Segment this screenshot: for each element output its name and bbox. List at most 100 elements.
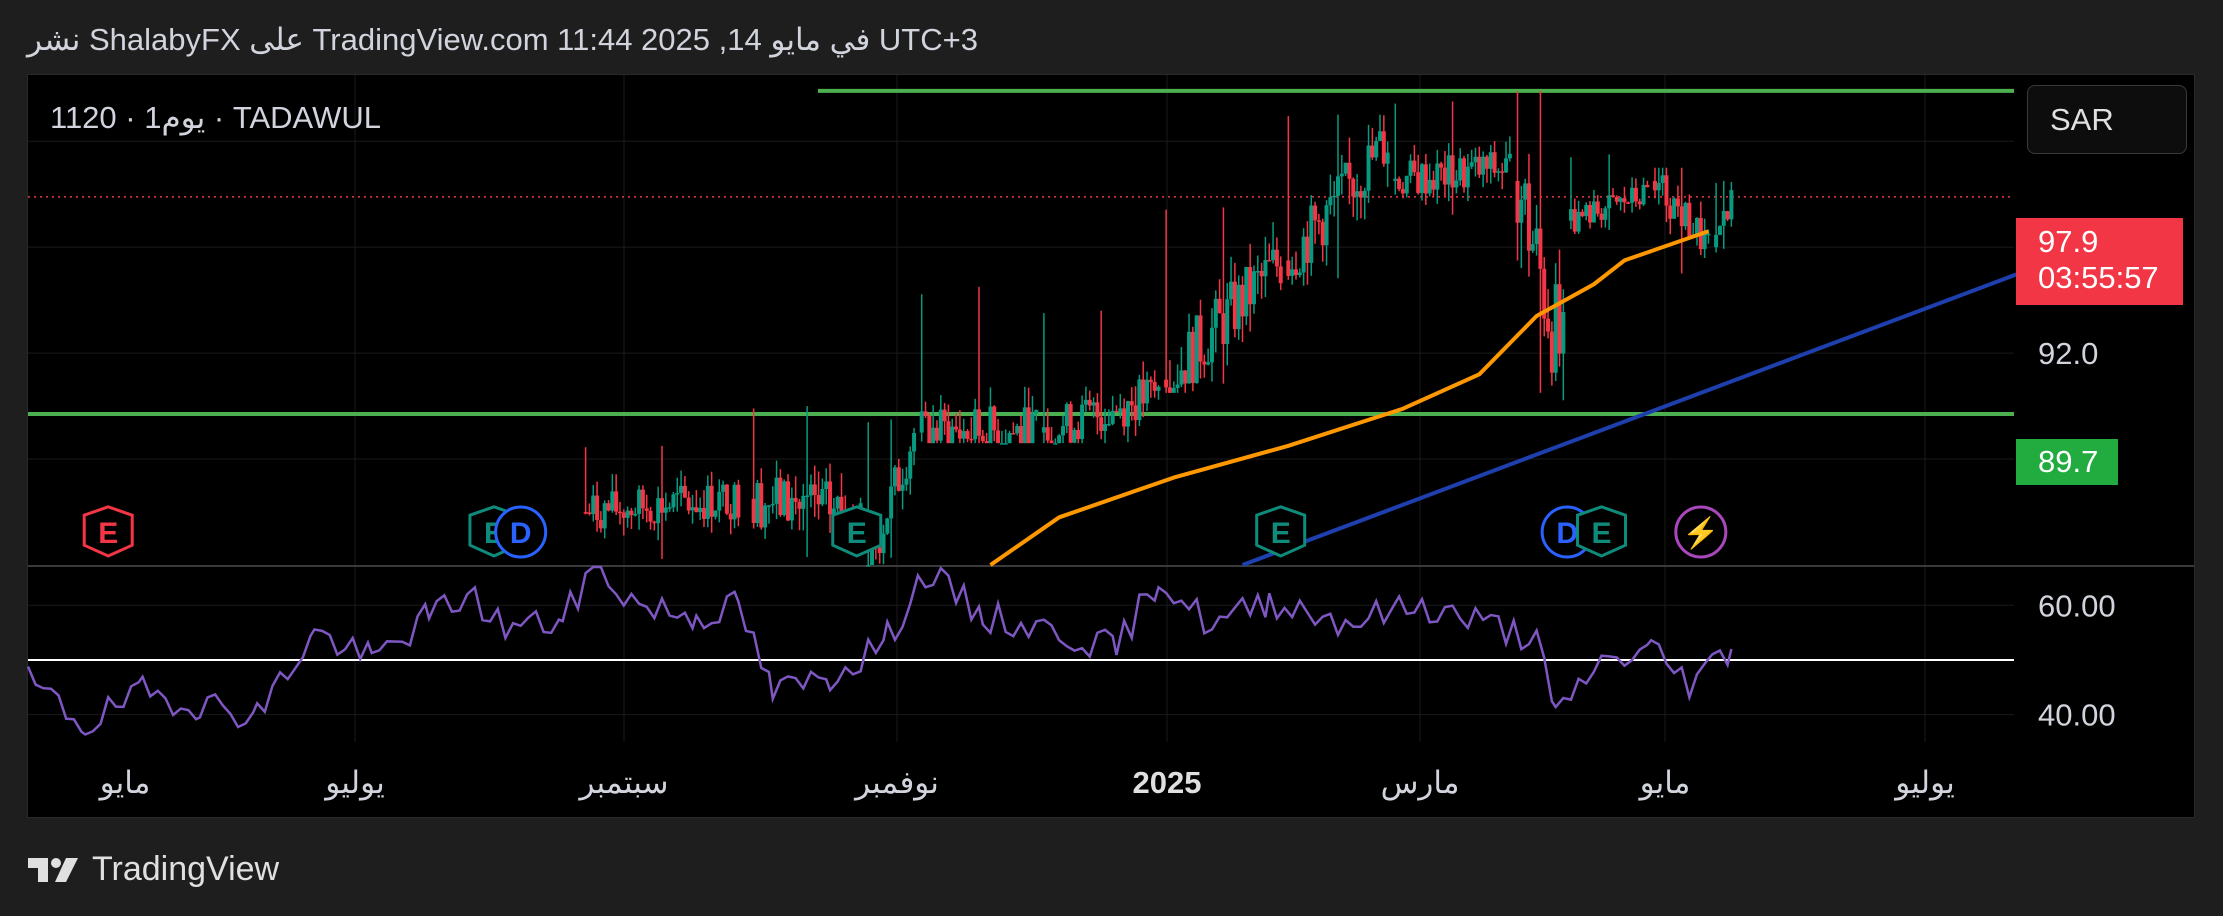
candle-body bbox=[1462, 158, 1467, 188]
candle-body bbox=[801, 495, 806, 509]
candle-body bbox=[1225, 299, 1230, 345]
candle-body bbox=[1022, 407, 1027, 444]
candle-body bbox=[1293, 269, 1298, 276]
candle-body bbox=[1465, 166, 1470, 188]
candle-body bbox=[1148, 379, 1153, 383]
candle-body bbox=[1076, 429, 1081, 440]
candle-body bbox=[1385, 152, 1390, 164]
candle-body bbox=[1064, 404, 1069, 427]
candle-body bbox=[629, 510, 634, 516]
candle-body bbox=[1412, 160, 1417, 173]
candle-body bbox=[1183, 370, 1188, 384]
candle-body bbox=[717, 491, 722, 511]
candle-body bbox=[1549, 331, 1554, 373]
candle-body bbox=[828, 481, 833, 515]
candle-body bbox=[900, 484, 905, 491]
candle-body bbox=[1080, 404, 1085, 440]
candle-body bbox=[1366, 145, 1371, 191]
candle-body bbox=[1423, 164, 1428, 194]
candle-body bbox=[1156, 386, 1161, 391]
candle-body bbox=[1553, 284, 1558, 373]
candle-body bbox=[1370, 145, 1375, 158]
candle-body bbox=[1408, 160, 1413, 176]
candle-body bbox=[1244, 266, 1249, 317]
candle-body bbox=[1622, 198, 1627, 203]
candle-body bbox=[908, 451, 913, 479]
candle-body bbox=[1114, 410, 1119, 413]
candle-body bbox=[1702, 233, 1707, 250]
candle-body bbox=[1240, 284, 1245, 317]
candle-body bbox=[1110, 410, 1115, 424]
candle-body bbox=[1637, 201, 1642, 205]
candle-body bbox=[1034, 409, 1039, 414]
candle-body bbox=[1068, 404, 1073, 443]
candle-body bbox=[1355, 191, 1360, 197]
candle-body bbox=[1236, 284, 1241, 330]
candle-body bbox=[1584, 204, 1589, 217]
candle-body bbox=[1538, 228, 1543, 269]
candle-body bbox=[1152, 382, 1157, 391]
candle-body bbox=[1271, 249, 1276, 261]
candle-body bbox=[1259, 271, 1264, 277]
candle-body bbox=[1477, 156, 1482, 175]
candle-body bbox=[1519, 199, 1524, 223]
candle-body bbox=[1255, 271, 1260, 273]
candle-body bbox=[1041, 427, 1046, 433]
candle-body bbox=[709, 485, 714, 517]
candle-body bbox=[690, 507, 695, 511]
candle-body bbox=[1213, 298, 1218, 328]
price-chart[interactable]: EEDEEDE⚡ 100.092.088.060.0040.00مايويولي… bbox=[0, 0, 2223, 916]
candle-body bbox=[1083, 399, 1088, 405]
candle-body bbox=[1614, 196, 1619, 202]
candle-body bbox=[1484, 156, 1489, 169]
candle-body bbox=[1320, 221, 1325, 246]
currency-button[interactable]: SAR bbox=[2027, 85, 2187, 154]
candle-body bbox=[705, 485, 710, 519]
candle-body bbox=[1339, 173, 1344, 177]
candle-body bbox=[1053, 443, 1058, 445]
candle-body bbox=[652, 521, 657, 524]
candle-body bbox=[1664, 175, 1669, 206]
candle-body bbox=[1603, 208, 1608, 220]
candle-body bbox=[889, 486, 894, 519]
candle-body bbox=[1061, 426, 1066, 436]
candle-body bbox=[595, 495, 600, 521]
candle-body bbox=[1404, 175, 1409, 194]
candle-body bbox=[1011, 433, 1016, 435]
candle-body bbox=[1454, 180, 1459, 188]
candle-body bbox=[965, 431, 970, 439]
candle-body bbox=[587, 512, 592, 515]
candle-body bbox=[942, 409, 947, 422]
candle-body bbox=[782, 481, 787, 516]
candle-body bbox=[904, 478, 909, 485]
bar-countdown: 03:55:57 bbox=[2038, 260, 2159, 295]
candle-body bbox=[583, 512, 588, 514]
candle-body bbox=[1343, 162, 1348, 174]
support-level-tag: 89.7 bbox=[2016, 439, 2118, 485]
candle-body bbox=[961, 431, 966, 439]
candle-body bbox=[793, 497, 798, 502]
axes: 100.092.088.060.0040.00مايويوليوسبتمبرنو… bbox=[98, 124, 2116, 801]
candle-body bbox=[1019, 426, 1023, 444]
candle-body bbox=[702, 507, 707, 519]
candle-body bbox=[656, 498, 661, 524]
candle-body bbox=[1729, 190, 1734, 220]
candle-body bbox=[591, 495, 596, 515]
candle-body bbox=[1232, 281, 1237, 330]
candle-body bbox=[732, 484, 737, 520]
candle-body bbox=[1358, 191, 1363, 198]
candle-body bbox=[1420, 164, 1425, 194]
candle-body bbox=[1274, 249, 1279, 267]
candle-body bbox=[1378, 131, 1383, 141]
candle-body bbox=[1015, 426, 1020, 434]
candle-body bbox=[1458, 158, 1463, 181]
candle-body bbox=[1610, 195, 1615, 197]
candle-body bbox=[1209, 327, 1214, 363]
candle-body bbox=[1190, 331, 1195, 384]
candle-body bbox=[1397, 178, 1402, 190]
candle-body bbox=[1442, 167, 1447, 185]
candle-body bbox=[1125, 401, 1130, 427]
candle-body bbox=[640, 489, 645, 509]
candle-body bbox=[770, 503, 775, 506]
tradingview-logo[interactable]: TradingView bbox=[28, 850, 279, 889]
